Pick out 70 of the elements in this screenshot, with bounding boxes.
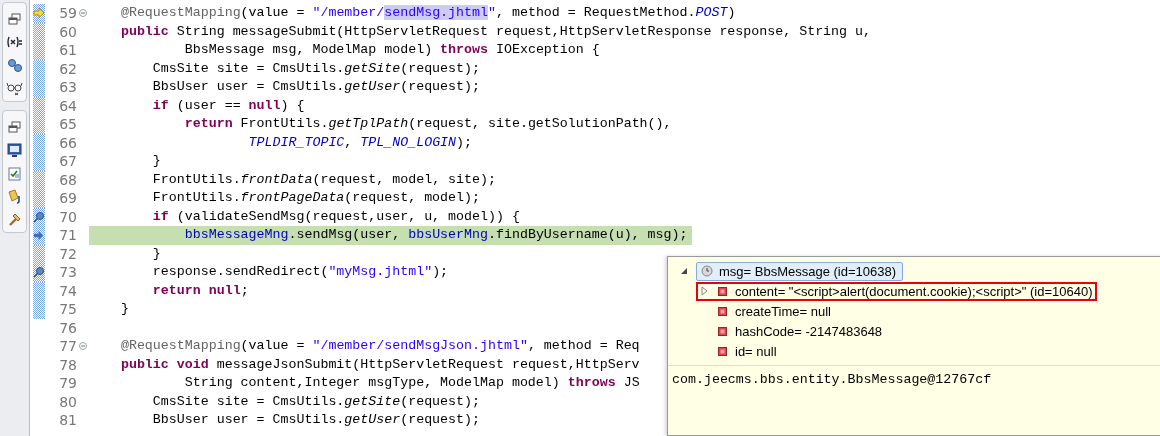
- line-number: 77: [58, 338, 77, 355]
- details-text: com.jeecms.bbs.entity.BbsMessage@12767cf: [671, 371, 993, 389]
- field-label: id= null: [735, 343, 777, 359]
- glasses-icon[interactable]: [6, 82, 23, 96]
- code-line: FrontUtils.frontPageData(request, model);: [151, 189, 481, 207]
- code-line: public void messageJsonSubmit(HttpServletRequest request,HttpServ: [119, 355, 641, 374]
- variable-row[interactable]: msg= BbsMessage (id=10638): [696, 261, 904, 281]
- hammer-icon[interactable]: [9, 213, 21, 226]
- line-number: 68: [58, 171, 77, 188]
- line-number: 61: [58, 42, 77, 59]
- line-number: 81: [58, 412, 77, 429]
- code-line: BbsUser user = CmsUtils.getUser(request);: [151, 78, 481, 96]
- code-line: CmsSite site = CmsUtils.getSite(request);: [151, 392, 481, 411]
- code-line: }: [151, 244, 162, 263]
- code-line: TPLDIR_TOPIC, TPL_NO_LOGIN);: [247, 133, 474, 152]
- field-icon: [718, 286, 727, 296]
- variables-icon[interactable]: [7, 36, 23, 48]
- field-icon: [718, 326, 727, 336]
- line-number: 63: [58, 79, 77, 96]
- line-number: 76: [58, 319, 77, 336]
- field-label: content= "<script>alert(document.cookie);<script>" (id=10640): [735, 283, 1093, 299]
- code-line: return FrontUtils.getTplPath(request, site.getSolutionPath(),: [183, 115, 673, 133]
- restore-icon[interactable]: [8, 121, 21, 133]
- line-number: 67: [58, 153, 77, 170]
- collapsed-icon[interactable]: [698, 285, 710, 297]
- clipboard-icon[interactable]: [8, 167, 21, 181]
- code-line: @RequestMapping(value = "/member/sendMsgJson.jhtml", method = Req: [119, 337, 641, 355]
- line-number: 65: [58, 116, 77, 133]
- line-number: 72: [58, 245, 77, 262]
- line-number: 78: [58, 356, 77, 373]
- code-line: @RequestMapping(value = "/member/sendMsg.jhtml", method = RequestMethod.POST): [119, 4, 737, 22]
- field-icon: [718, 346, 727, 356]
- breakpoints-icon[interactable]: [8, 59, 22, 72]
- line-number: 71: [58, 227, 77, 244]
- line-number: 80: [58, 393, 77, 410]
- variable-label: msg= BbsMessage (id=10638): [719, 263, 897, 279]
- arrow-icon: [33, 229, 44, 241]
- code-line: FrontUtils.frontData(request, model, site);: [151, 170, 497, 189]
- restore-icon[interactable]: [8, 13, 21, 25]
- field-row[interactable]: createTime= null: [696, 301, 835, 321]
- code-line: BbsMessage msg, ModelMap model) throws IOException {: [183, 41, 601, 59]
- field-icon: [718, 306, 727, 316]
- field-row[interactable]: hashCode= -2147483648: [696, 321, 887, 341]
- line-number: 60: [58, 23, 77, 40]
- field-row[interactable]: id= null: [696, 341, 781, 361]
- line-number: 66: [58, 134, 77, 151]
- monitor-icon[interactable]: [7, 143, 22, 157]
- line-number: 64: [58, 97, 77, 114]
- code-line: String content,Integer msgType, ModelMap model) throws JS: [183, 374, 641, 392]
- code-line: public String messageSubmit(HttpServletRequest request,HttpServletResponse response, String u,: [119, 22, 872, 41]
- line-number: 75: [58, 301, 77, 318]
- line-number: 59: [58, 5, 77, 22]
- clock-icon: [701, 265, 713, 277]
- code-line: CmsSite site = CmsUtils.getSite(request);: [151, 59, 481, 78]
- line-number: 73: [58, 264, 77, 281]
- code-line: if (user == null) {: [151, 96, 306, 115]
- field-label: createTime= null: [735, 303, 831, 319]
- line-number: 74: [58, 282, 77, 299]
- line-number: 62: [58, 60, 77, 77]
- code-line: return null;: [151, 281, 250, 300]
- line-number: 79: [58, 375, 77, 392]
- code-line: }: [151, 152, 162, 170]
- line-number: 69: [58, 190, 77, 207]
- code-line: }: [119, 300, 130, 318]
- field-label: hashCode= -2147483648: [735, 323, 883, 339]
- line-number: 70: [58, 208, 77, 225]
- code-line: BbsUser user = CmsUtils.getUser(request);: [151, 411, 481, 429]
- field-row[interactable]: content= "<script>alert(document.cookie);<script>" (id=10640): [696, 281, 1097, 301]
- code-line: if (validateSendMsg(request,user, u, model)) {: [151, 207, 521, 226]
- code-line: response.sendRedirect("myMsg.jhtml");: [151, 263, 450, 281]
